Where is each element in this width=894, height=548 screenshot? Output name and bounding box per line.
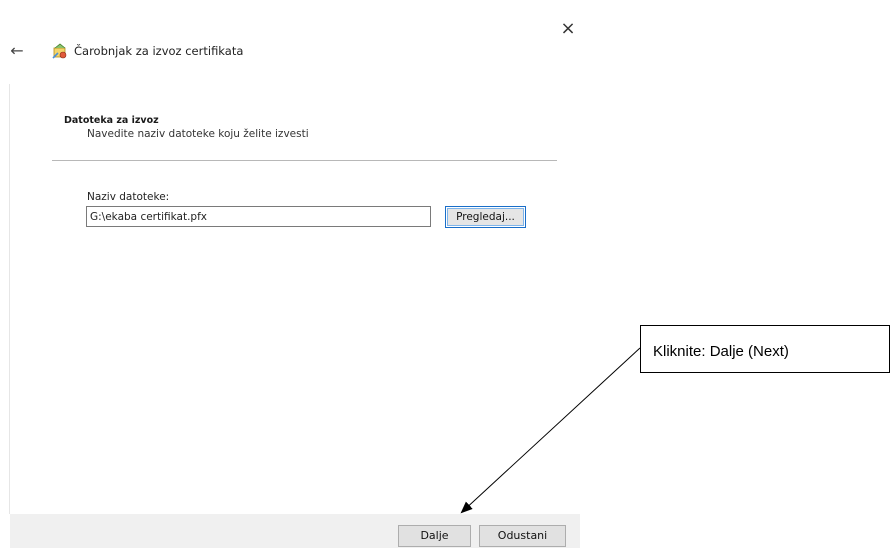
section-subtitle: Navedite naziv datoteke koju želite izve… [87, 128, 309, 140]
close-icon[interactable]: × [557, 18, 579, 40]
header-divider [52, 160, 557, 161]
browse-button[interactable]: Pregledaj... [445, 206, 526, 228]
dialog-left-border [9, 84, 10, 514]
certificate-export-wizard: × ← Čarobnjak za izvoz certifikata Datot… [0, 0, 580, 548]
filename-input[interactable] [86, 206, 431, 227]
next-button[interactable]: Dalje [398, 525, 471, 547]
section-heading: Datoteka za izvoz [64, 115, 159, 126]
cancel-button[interactable]: Odustani [479, 525, 566, 547]
back-arrow-icon[interactable]: ← [6, 40, 28, 62]
certificate-wizard-icon [52, 43, 67, 59]
filename-label: Naziv datoteke: [87, 191, 170, 203]
wizard-title: Čarobnjak za izvoz certifikata [74, 44, 244, 58]
instruction-callout: Kliknite: Dalje (Next) [640, 325, 890, 373]
